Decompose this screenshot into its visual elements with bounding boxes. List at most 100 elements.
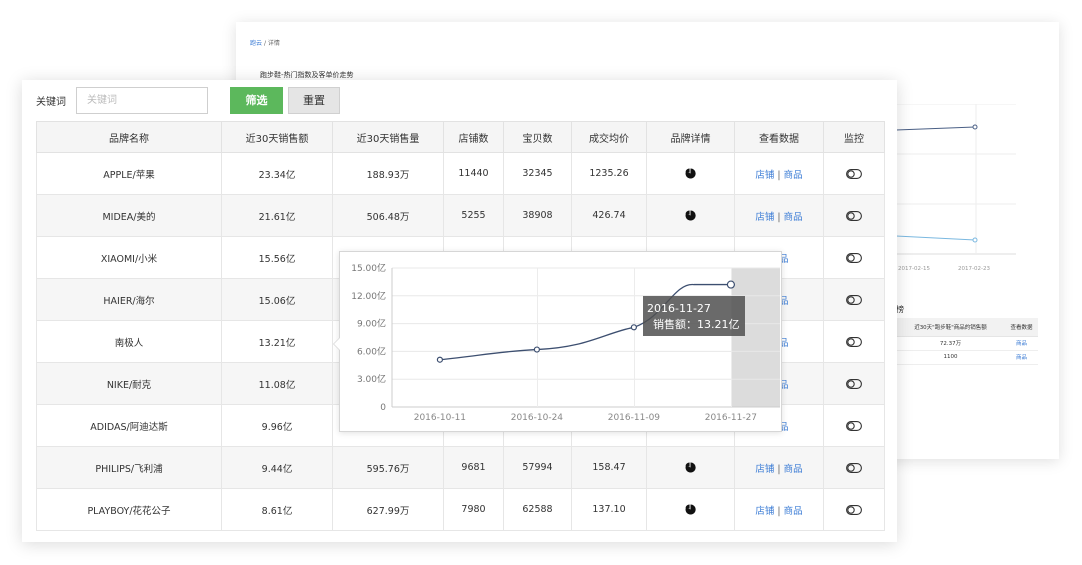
y-tick-label: 0 — [380, 403, 386, 413]
goods-link[interactable]: 商品 — [784, 464, 803, 475]
breadcrumb-root[interactable]: 跑云 — [250, 40, 262, 47]
header-monitor: 监控 — [823, 121, 885, 153]
pie-chart-icon[interactable] — [685, 168, 696, 179]
monitor-cell — [823, 278, 885, 321]
sales-cell: 23.34亿 — [221, 152, 333, 195]
goods-link[interactable]: 商品 — [784, 170, 803, 181]
bc-header-sales: 近30天"跑步鞋"商品的销售额 — [896, 318, 1005, 337]
monitor-cell — [823, 404, 885, 447]
sales-cell: 15.56亿 — [221, 236, 333, 279]
volume-cell: 595.76万 — [332, 446, 444, 489]
monitor-toggle-icon[interactable] — [846, 420, 862, 431]
bc-cell-value: 72.37万 — [896, 336, 1005, 351]
shop-link[interactable]: 店铺 — [755, 212, 774, 223]
x-tick-label: 2016-10-11 — [414, 413, 466, 423]
monitor-toggle-icon[interactable] — [846, 504, 862, 515]
table-row: PLAYBOY/花花公子 8.61亿 627.99万 7980 62588 137.10 店… — [36, 488, 885, 531]
monitor-cell — [823, 194, 885, 237]
brand-name-cell: XIAOMI/小米 — [36, 236, 222, 279]
volume-cell: 506.48万 — [332, 194, 444, 237]
sales-cell: 13.21亿 — [221, 320, 333, 363]
monitor-cell — [823, 152, 885, 195]
background-series-point — [972, 124, 978, 130]
monitor-toggle-icon[interactable] — [846, 462, 862, 473]
keyword-input[interactable] — [76, 86, 208, 114]
header-avg-price: 成交均价 — [571, 121, 647, 153]
monitor-toggle-icon[interactable] — [846, 294, 862, 305]
view-data-cell: 店铺 | 商品 — [734, 152, 824, 195]
shop-link[interactable]: 店铺 — [755, 506, 774, 517]
brand-name-cell: 南极人 — [36, 320, 222, 363]
shop-count-cell: 9681 — [443, 446, 504, 489]
background-date-2: 2017-02-23 — [958, 266, 990, 272]
avg-price-cell: 426.74 — [571, 194, 647, 237]
table-row: MIDEA/美的 21.61亿 506.48万 5255 38908 426.74 店铺 | 商… — [36, 194, 885, 237]
pie-chart-icon[interactable] — [685, 210, 696, 221]
bc-goods-link[interactable]: 商品 — [1016, 355, 1027, 361]
monitor-cell — [823, 446, 885, 489]
x-tick-label: 2016-11-27 — [705, 413, 757, 423]
brand-detail-cell — [646, 152, 735, 195]
volume-cell: 188.93万 — [332, 152, 444, 195]
x-tick-label: 2016-11-09 — [608, 413, 661, 423]
table-row: PHILIPS/飞利浦 9.44亿 595.76万 9681 57994 158.47 店铺… — [36, 446, 885, 489]
pie-chart-icon[interactable] — [685, 504, 696, 515]
shop-count-cell: 11440 — [443, 152, 504, 195]
sales-trend-chart: 0 3.00亿 6.00亿 9.00亿 12.00亿 15.00亿 2016-10-11 20… — [351, 262, 780, 423]
brand-detail-cell — [646, 194, 735, 237]
header-shop-count: 店铺数 — [443, 121, 504, 153]
breadcrumb-current: 详情 — [267, 40, 280, 47]
header-view-data: 查看数据 — [734, 121, 824, 153]
monitor-toggle-icon[interactable] — [846, 336, 862, 347]
breadcrumb: 跑云 / 详情 — [250, 38, 280, 47]
monitor-toggle-icon[interactable] — [846, 378, 862, 389]
bc-goods-link[interactable]: 商品 — [1016, 341, 1027, 347]
background-series-point-2 — [972, 237, 978, 243]
header-volume-30d: 近30天销售量 — [332, 121, 444, 153]
tooltip-value: 销售额：13.21亿 — [653, 318, 740, 331]
item-count-cell: 38908 — [503, 194, 572, 237]
brand-name-cell: PLAYBOY/花花公子 — [36, 488, 222, 531]
link-separator: | — [777, 463, 781, 475]
brand-name-cell: MIDEA/美的 — [36, 194, 222, 237]
background-ranking-table: 近30天"跑步鞋"商品的销售额 查看数据 72.37万 商品 1100 商品 — [896, 318, 1038, 365]
popup-arrow — [333, 337, 340, 351]
sales-cell: 21.61亿 — [221, 194, 333, 237]
shop-link[interactable]: 店铺 — [755, 170, 774, 181]
filter-button[interactable]: 筛选 — [230, 86, 283, 114]
x-tick-label: 2016-10-24 — [511, 413, 564, 423]
sales-data-point — [533, 346, 540, 353]
monitor-toggle-icon[interactable] — [846, 210, 862, 221]
keyword-label: 关键词 — [36, 96, 66, 108]
avg-price-cell: 137.10 — [571, 488, 647, 531]
volume-cell: 627.99万 — [332, 488, 444, 531]
monitor-toggle-icon[interactable] — [846, 168, 862, 179]
link-separator: | — [777, 169, 781, 181]
pie-chart-icon[interactable] — [685, 462, 696, 473]
table-header-row: 品牌名称 近30天销售额 近30天销售量 店铺数 宝贝数 成交均价 品牌详情 查看数据 监控 — [36, 121, 885, 153]
goods-link[interactable]: 商品 — [784, 506, 803, 517]
background-date-1: 2017-02-15 — [898, 266, 930, 272]
background-line-chart — [896, 104, 1016, 255]
shop-link[interactable]: 店铺 — [755, 464, 774, 475]
monitor-cell — [823, 488, 885, 531]
y-tick-label: 3.00亿 — [357, 373, 386, 385]
reset-button[interactable]: 重置 — [288, 86, 340, 114]
monitor-cell — [823, 320, 885, 363]
y-tick-label: 12.00亿 — [351, 290, 386, 302]
item-count-cell: 57994 — [503, 446, 572, 489]
monitor-toggle-icon[interactable] — [846, 252, 862, 263]
item-count-cell: 32345 — [503, 152, 572, 195]
avg-price-cell: 158.47 — [571, 446, 647, 489]
goods-link[interactable]: 商品 — [784, 212, 803, 223]
sales-trend-popup: 0 3.00亿 6.00亿 9.00亿 12.00亿 15.00亿 2016-10-11 20… — [333, 251, 782, 432]
chart-tooltip: 2016-11-27 销售额：13.21亿 — [643, 296, 745, 336]
y-tick-label: 6.00亿 — [357, 345, 386, 357]
ranking-section-title: 榜 — [896, 305, 904, 314]
background-series-line — [896, 126, 976, 131]
shop-count-cell: 5255 — [443, 194, 504, 237]
detail-chart-title: 跑步鞋-热门指数及客单价走势 — [260, 71, 354, 79]
sales-cell: 15.06亿 — [221, 278, 333, 321]
brand-name-cell: HAIER/海尔 — [36, 278, 222, 321]
table-row: APPLE/苹果 23.34亿 188.93万 11440 32345 1235.26 店铺… — [36, 152, 885, 195]
